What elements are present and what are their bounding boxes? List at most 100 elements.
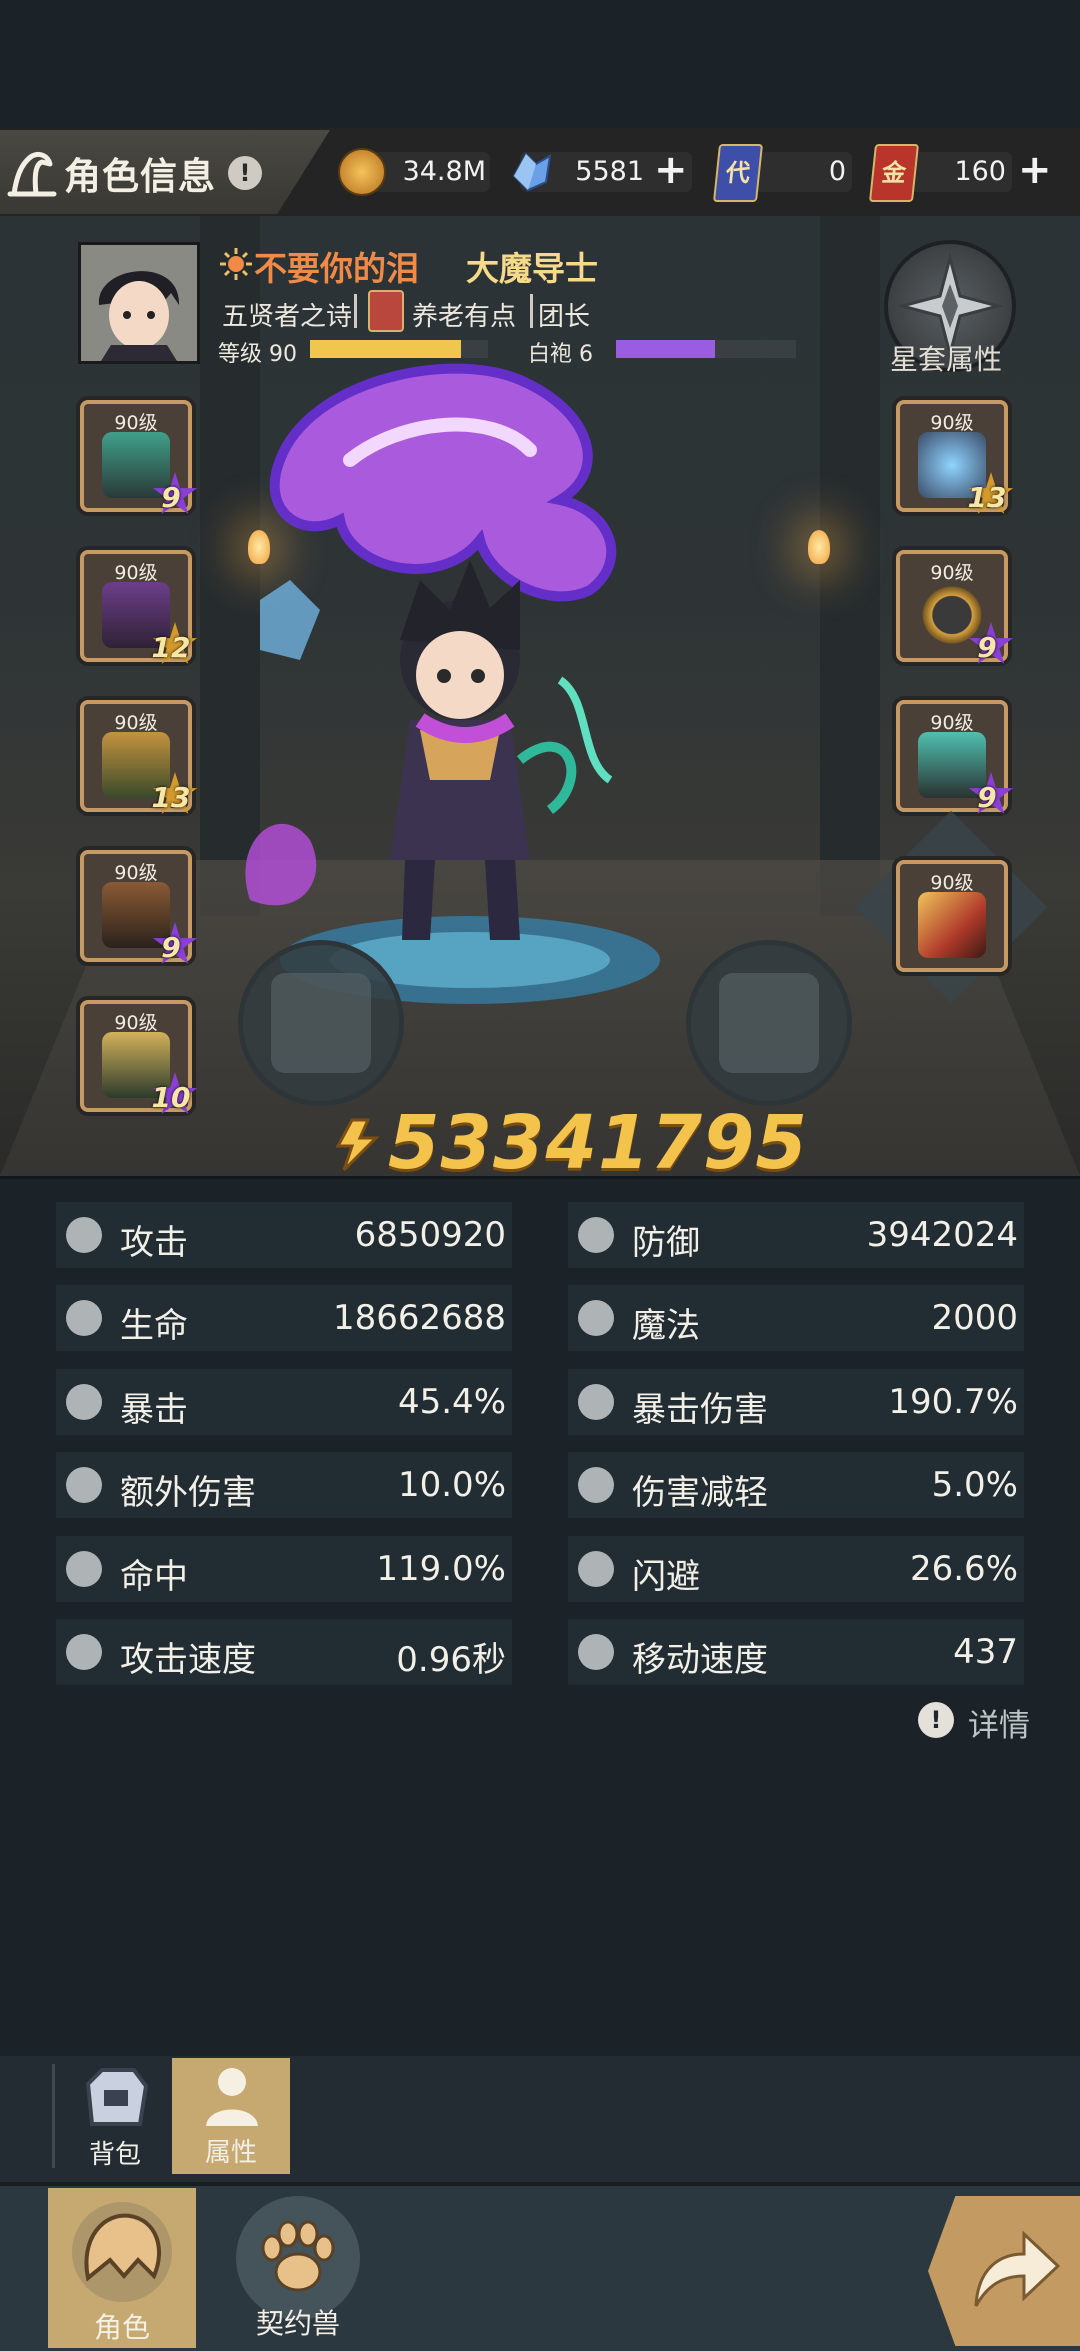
stat-value: 6850920 [354,1215,506,1255]
divider [52,2064,55,2168]
equip-level: 90级 [930,712,974,734]
stat-name: 移动速度 [632,1640,768,1680]
equip-slot-armor[interactable]: 90级 12 [80,550,198,664]
stat-row: 额外伤害 10.0% [56,1452,512,1519]
equip-slot-amulet[interactable]: 90级 9 [896,700,1014,814]
card-dai-icon: 代 [712,144,764,202]
stat-row: 防御 3942024 [568,1202,1024,1268]
stat-value: 45.4% [397,1381,506,1422]
stat-name: 魔法 [632,1306,700,1347]
equip-stars: 9 [161,481,181,514]
tab-attributes[interactable]: 属性 [172,2058,290,2174]
paw-icon [261,2220,335,2292]
stat-row: 暴击伤害 190.7% [568,1368,1024,1435]
magic-icon [578,1300,614,1337]
gold-amount: 34.8M [402,156,486,187]
equip-stars: 13 [151,781,191,814]
equip-slot-helmet[interactable]: 90级 9 [80,400,198,514]
stat-name: 暴击伤害 [632,1389,768,1430]
crystal-add-button[interactable]: + [654,150,688,190]
move-speed-icon [578,1634,614,1670]
stat-value: 3942024 [866,1215,1018,1255]
details-info-icon[interactable]: ! [918,1702,954,1738]
page-title: 角色信息 [64,155,216,198]
stat-name: 防御 [632,1223,700,1263]
tab-attributes-label: 属性 [204,2138,257,2168]
character-head-icon [72,2202,172,2302]
stat-name: 命中 [120,1556,188,1597]
crit-damage-icon [578,1383,614,1420]
attack-speed-icon [66,1634,102,1670]
equip-level: 90级 [930,562,974,584]
crystal-amount: 5581 [575,156,644,187]
pet-placeholder-icon [271,973,371,1073]
stat-name: 生命 [120,1306,188,1347]
stat-value: 119.0% [376,1548,506,1589]
person-icon [206,2068,258,2126]
divider [530,294,533,328]
equip-slot-gloves[interactable]: 90级 9 [80,850,198,964]
divider [354,294,357,328]
shield-icon [578,1217,614,1253]
next-button[interactable] [928,2196,1080,2346]
wizard-hat-icon [7,151,57,197]
stat-value: 437 [953,1632,1018,1672]
tab-bag[interactable]: 背包 [56,2060,174,2176]
stone-pillar-right [820,216,880,916]
combat-power-icon [335,1118,380,1172]
level-label: 等级 90 [218,342,297,367]
pet-slot-right[interactable] [686,940,852,1106]
equip-slot-weapon[interactable]: 90级 [896,860,1008,972]
equip-slot-necklace[interactable]: 90级 13 [896,400,1014,514]
guild-role: 团长 [538,302,591,332]
equip-stars: 12 [151,631,191,664]
nav-character[interactable]: 角色 [48,2188,196,2348]
card-dai-amount: 0 [828,156,846,187]
stat-row: 攻击 6850920 [56,1202,512,1268]
extra-damage-icon [66,1467,102,1504]
equip-slot-boots[interactable]: 90级 13 [80,700,198,814]
card-jin-amount: 160 [954,156,1006,187]
character-class: 大魔导士 [466,249,598,288]
arrow-right-icon [974,2230,1061,2307]
equip-level: 90级 [114,1012,158,1034]
title-info-icon[interactable]: ! [228,156,262,190]
stat-value: 5.0% [931,1465,1018,1506]
stat-value: 0.96秒 [396,1640,506,1680]
bag-icon [85,2068,149,2126]
card-jin-icon: 金 [868,144,920,202]
sword-icon [66,1217,102,1253]
robe-bar-fill [616,340,715,358]
set-attribute-label: 星套属性 [890,343,1003,376]
gold-coin-icon [338,148,386,196]
avatar-face-icon [81,245,197,361]
crystal-icon [512,152,552,192]
pet-slot-left[interactable] [238,940,404,1106]
avatar[interactable] [78,242,200,364]
stat-row: 伤害减轻 5.0% [568,1452,1024,1519]
level-bar [310,340,488,358]
stat-row: 命中 119.0% [56,1535,512,1602]
equip-stars: 13 [967,481,1007,514]
card-jin-add-button[interactable]: + [1018,150,1052,190]
stat-name: 额外伤害 [120,1473,256,1514]
stat-name: 攻击 [120,1223,188,1263]
stat-row: 生命 18662688 [56,1285,512,1352]
tab-bag-label: 背包 [88,2140,141,2170]
equip-slot-ring[interactable]: 90级 9 [896,550,1014,664]
equip-slot-shoulder[interactable]: 90级 10 [80,1000,198,1114]
equip-stars: 9 [161,931,181,964]
nav-character-label: 角色 [93,2311,150,2344]
level-bar-fill [310,340,462,358]
guild-name: 五贤者之诗 [222,302,353,332]
character-name: 不要你的泪 [254,249,419,288]
details-link[interactable]: 详情 [968,1700,1030,1745]
equip-stars: 9 [977,631,997,664]
dodge-icon [578,1550,614,1587]
stat-row: 暴击 45.4% [56,1368,512,1435]
nav-contract-beast-label: 契约兽 [255,2307,340,2340]
equip-level: 90级 [930,872,974,894]
weapon-icon [918,892,986,958]
equip-level: 90级 [114,562,158,584]
stat-row: 魔法 2000 [568,1285,1024,1352]
